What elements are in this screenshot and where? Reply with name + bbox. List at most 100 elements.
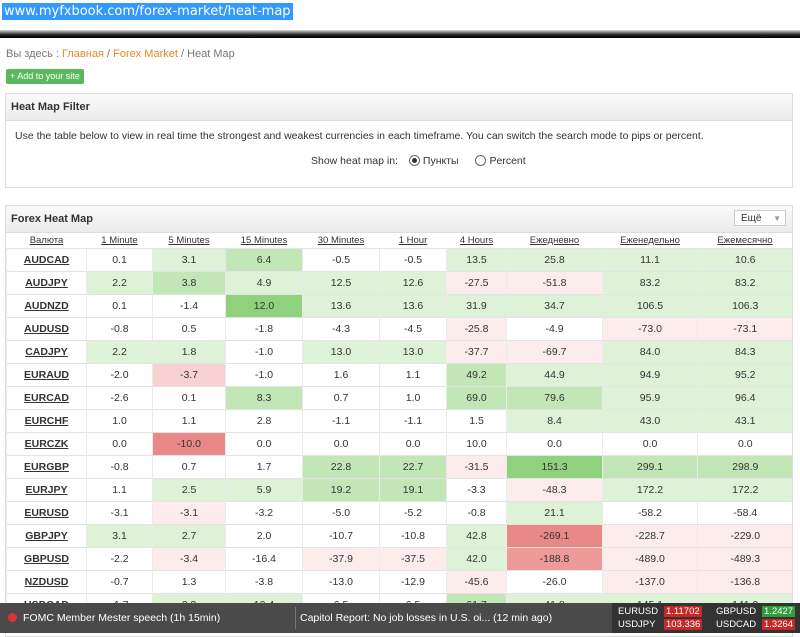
heat-cell: 22.8 <box>302 455 380 479</box>
heat-cell: -37.5 <box>379 547 447 571</box>
currency-pair-link[interactable]: AUDJPY <box>6 271 87 295</box>
heat-cell: -26.0 <box>506 570 603 594</box>
ticker-event[interactable]: FOMC Member Mester speech (1h 15min) <box>8 612 220 624</box>
heat-cell: 172.2 <box>602 478 698 502</box>
heat-cell: 8.4 <box>506 409 603 433</box>
quote-panel: EURUSD 1.11702 USDJPY 103.336 GBPUSD 1.2… <box>612 603 800 633</box>
breadcrumb-home-link[interactable]: Главная <box>62 48 104 60</box>
pips-option-label[interactable]: Пункты <box>423 155 459 167</box>
heat-cell: 0.1 <box>152 386 226 410</box>
heat-cell: -10.8 <box>379 524 447 548</box>
column-header[interactable]: Валюта <box>7 233 87 249</box>
percent-option-label[interactable]: Percent <box>489 155 525 167</box>
add-to-site-button[interactable]: + Add to your site <box>6 69 84 84</box>
heat-cell: -228.7 <box>602 524 698 548</box>
heat-cell: -136.8 <box>697 570 792 594</box>
table-row: AUDJPY 2.2 3.8 4.9 12.5 12.6 -27.5 -51.8 83.2 83.… <box>6 271 792 295</box>
heat-cell: -10.0 <box>152 432 226 456</box>
table-row: AUDUSD -0.8 0.5 -1.8 -4.3 -4.5 -25.8 -4.9 -73.0-… <box>6 317 792 341</box>
percent-radio[interactable] <box>475 155 487 166</box>
heat-cell: -0.5 <box>379 248 447 272</box>
currency-pair-link[interactable]: AUDUSD <box>6 317 87 341</box>
filter-panel-title: Heat Map Filter <box>6 94 792 121</box>
currency-pair-link[interactable]: EURAUD <box>6 363 87 387</box>
currency-pair-link[interactable]: AUDCAD <box>6 248 87 272</box>
heat-cell: -31.5 <box>446 455 507 479</box>
column-header[interactable]: 1 Minute <box>87 233 153 249</box>
currency-pair-link[interactable]: EURUSD <box>6 501 87 525</box>
currency-pair-link[interactable]: EURGBP <box>6 455 87 479</box>
heat-cell: 1.7 <box>225 455 303 479</box>
heat-cell: 2.5 <box>152 478 226 502</box>
currency-pair-link[interactable]: GBPJPY <box>6 524 87 548</box>
column-header[interactable]: 4 Hours <box>447 233 507 249</box>
table-row: EURCAD -2.6 0.1 8.3 0.7 1.0 69.0 79.6 95.9 96.4 <box>6 386 792 410</box>
heat-cell: 1.6 <box>302 363 380 387</box>
column-header[interactable]: Ежемесячно <box>698 233 793 249</box>
heat-cell: -0.7 <box>86 570 153 594</box>
heat-cell: -188.8 <box>506 547 603 571</box>
mode-selector: Show heat map in: Пункты Percent <box>311 155 526 167</box>
heat-cell: 2.8 <box>225 409 303 433</box>
currency-pair-link[interactable]: CADJPY <box>6 340 87 364</box>
heat-cell: -3.8 <box>225 570 303 594</box>
quote-symbol: EURUSD <box>618 606 659 617</box>
pips-radio[interactable] <box>408 155 420 166</box>
heat-cell: -12.9 <box>379 570 447 594</box>
column-header[interactable]: 1 Hour <box>380 233 447 249</box>
column-header[interactable]: Еженедельно <box>603 233 698 249</box>
heat-cell: -3.2 <box>225 501 303 525</box>
heat-cell: 13.0 <box>302 340 380 364</box>
breadcrumb-section-link[interactable]: Forex Market <box>113 48 178 60</box>
heat-cell: -48.3 <box>506 478 603 502</box>
heat-cell: 43.0 <box>602 409 698 433</box>
currency-pair-link[interactable]: EURCZK <box>6 432 87 456</box>
url-text[interactable]: www.myfxbook.com/forex-market/heat-map <box>2 3 293 20</box>
heat-cell: -1.4 <box>152 294 226 318</box>
heat-cell: 298.9 <box>697 455 792 479</box>
heat-cell: 0.0 <box>379 432 447 456</box>
quote-symbol: USDJPY <box>618 619 656 630</box>
heat-cell: -3.7 <box>152 363 226 387</box>
currency-pair-link[interactable]: EURCAD <box>6 386 87 410</box>
heat-cell: 13.6 <box>302 294 380 318</box>
heat-cell: -1.1 <box>302 409 380 433</box>
heat-cell: 84.3 <box>697 340 792 364</box>
heat-cell: -10.7 <box>302 524 380 548</box>
heat-cell: 10.6 <box>697 248 792 272</box>
heat-cell: 0.0 <box>225 432 303 456</box>
heat-cell: 44.9 <box>506 363 603 387</box>
address-bar[interactable]: www.myfxbook.com/forex-market/heat-map <box>0 0 800 24</box>
currency-pair-link[interactable]: EURCHF <box>6 409 87 433</box>
heat-cell: 13.6 <box>379 294 447 318</box>
heat-cell: 34.7 <box>506 294 603 318</box>
ticker-news[interactable]: Capitol Report: No job losses in U.S. oi… <box>300 612 552 624</box>
heat-cell: 6.4 <box>225 248 303 272</box>
quote-value: 1.11702 <box>664 606 702 617</box>
column-header[interactable]: 30 Minutes <box>303 233 380 249</box>
heat-cell: 12.6 <box>379 271 447 295</box>
currency-pair-link[interactable]: EURJPY <box>6 478 87 502</box>
heat-cell: 12.0 <box>225 294 303 318</box>
more-dropdown[interactable]: Ещё ▼ <box>734 210 786 226</box>
heat-cell: 172.2 <box>697 478 792 502</box>
breadcrumb-separator: / <box>180 48 185 60</box>
currency-pair-link[interactable]: GBPUSD <box>6 547 87 571</box>
table-row: GBPJPY 3.1 2.7 2.0 -10.7 -10.8 42.8 -269.1 -228.… <box>6 524 792 548</box>
table-row: EURUSD -3.1 -3.1 -3.2 -5.0 -5.2 -0.8 21.1 -58.2-… <box>6 501 792 525</box>
table-row: GBPUSD -2.2 -3.4 -16.4 -37.9 -37.5 42.0 -188.8-… <box>6 547 792 571</box>
heat-cell: 299.1 <box>602 455 698 479</box>
heat-cell: -37.7 <box>446 340 507 364</box>
currency-pair-link[interactable]: NZDUSD <box>6 570 87 594</box>
heat-cell: 2.7 <box>152 524 226 548</box>
heat-cell: 0.0 <box>697 432 792 456</box>
heat-cell: 21.1 <box>506 501 603 525</box>
column-header[interactable]: 5 Minutes <box>153 233 226 249</box>
heat-cell: -2.6 <box>86 386 153 410</box>
currency-pair-link[interactable]: AUDNZD <box>6 294 87 318</box>
heat-cell: 8.3 <box>225 386 303 410</box>
heat-cell: -489.0 <box>602 547 698 571</box>
breadcrumb-prefix: Вы здесь : <box>6 48 59 60</box>
column-header[interactable]: Ежедневно <box>507 233 603 249</box>
column-header[interactable]: 15 Minutes <box>226 233 303 249</box>
